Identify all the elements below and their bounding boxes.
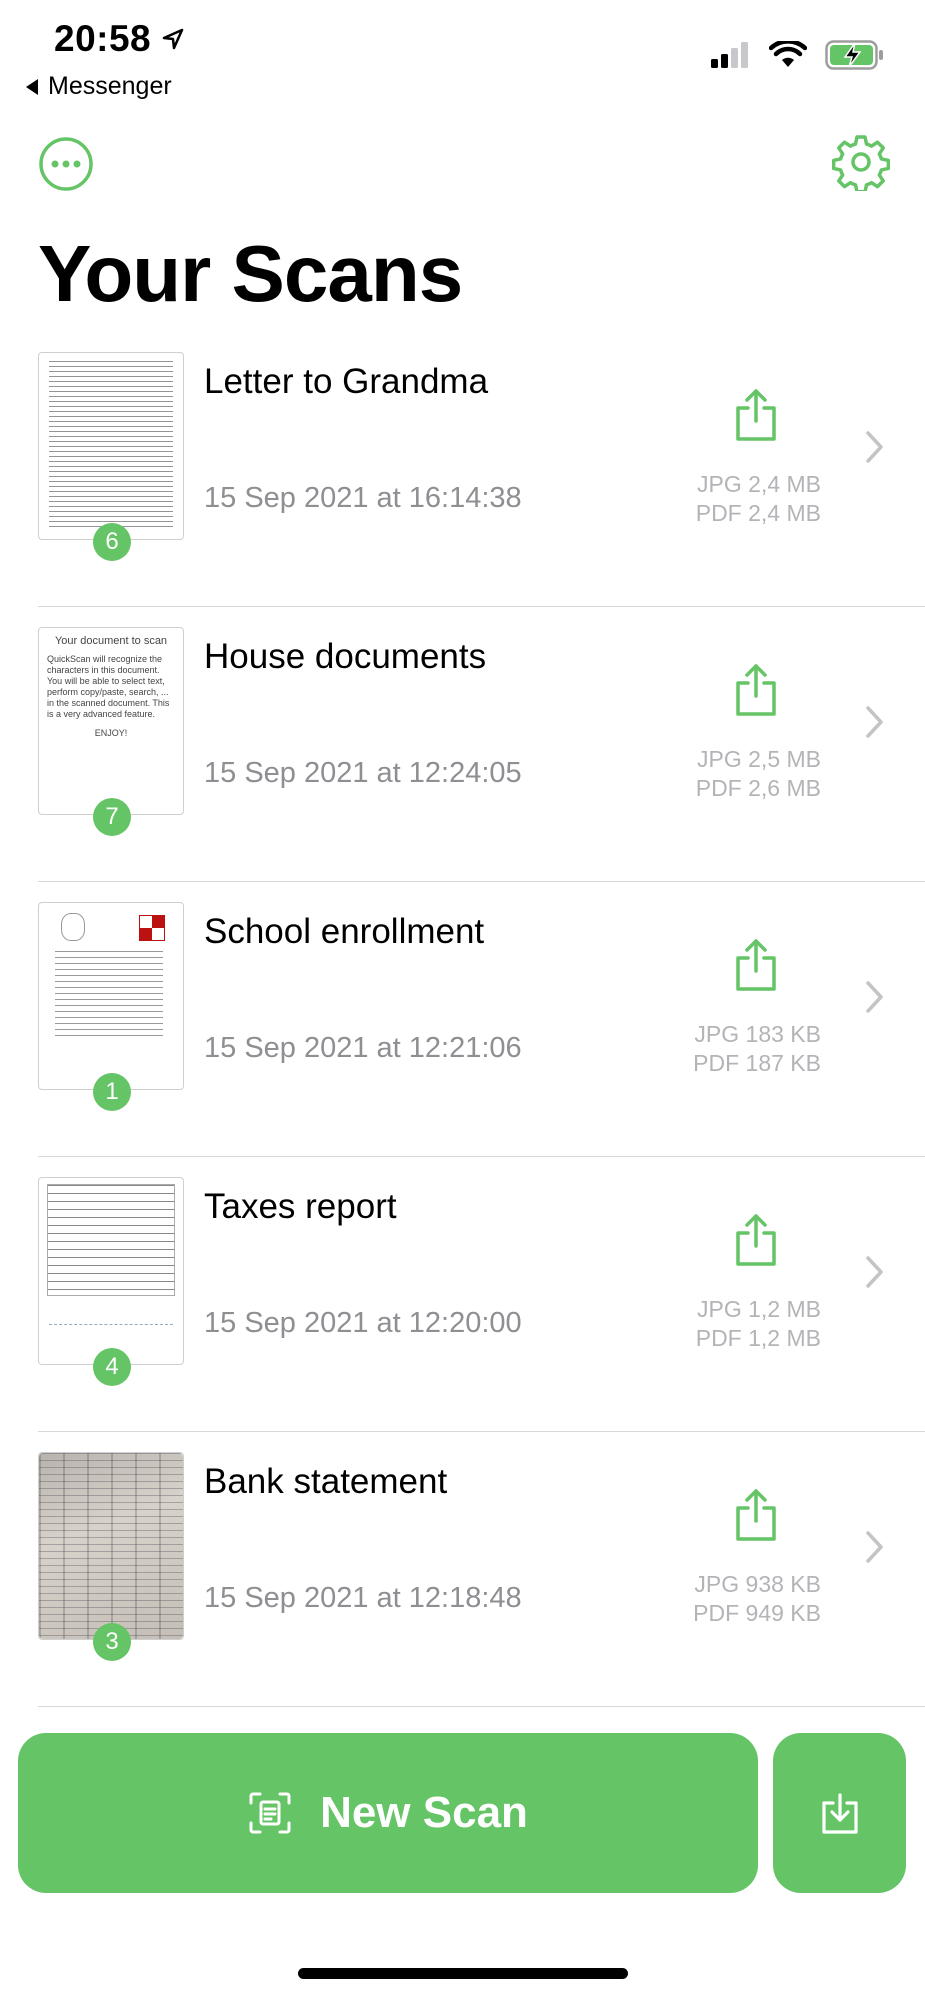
jpg-size: JPG 183 KB: [694, 1021, 821, 1047]
chevron-right-icon: [866, 706, 883, 738]
scan-date: 15 Sep 2021 at 12:18:48: [204, 1582, 522, 1614]
gear-icon: [832, 135, 890, 191]
scan-thumbnail: 6: [38, 352, 184, 561]
thumbnail-body: QuickScan will recognize the characters …: [47, 654, 170, 719]
jpg-size: JPG 1,2 MB: [697, 1296, 821, 1322]
cellular-signal-icon: [711, 42, 748, 68]
share-icon[interactable]: [733, 938, 779, 992]
file-sizes: JPG 2,4 MB PDF 2,4 MB: [696, 470, 821, 528]
page-title: Your Scans: [38, 229, 463, 318]
settings-button[interactable]: [831, 132, 891, 192]
page-count-badge: 4: [93, 1348, 131, 1386]
file-sizes: JPG 2,5 MB PDF 2,6 MB: [696, 745, 821, 803]
thumbnail-footer: ENJOY!: [94, 728, 128, 738]
page-count-badge: 3: [93, 1623, 131, 1661]
import-button[interactable]: [773, 1733, 906, 1893]
scan-thumbnail: Your document to scan QuickScan will rec…: [38, 627, 184, 836]
pdf-size: PDF 187 KB: [693, 1050, 821, 1076]
page-count-badge: 7: [93, 798, 131, 836]
scan-thumbnail: 3: [38, 1452, 184, 1661]
scan-date: 15 Sep 2021 at 12:24:05: [204, 757, 522, 789]
status-time: 20:58: [54, 18, 185, 60]
scan-row[interactable]: Your document to scan QuickScan will rec…: [0, 607, 925, 882]
scan-date: 15 Sep 2021 at 12:21:06: [204, 1032, 522, 1064]
share-icon[interactable]: [733, 1488, 779, 1542]
share-icon[interactable]: [733, 663, 779, 717]
scan-row[interactable]: 1 School enrollment 15 Sep 2021 at 12:21…: [0, 882, 925, 1157]
scan-name: School enrollment: [204, 912, 485, 951]
share-icon[interactable]: [733, 1213, 779, 1267]
file-sizes: JPG 938 KB PDF 949 KB: [693, 1570, 821, 1628]
status-indicators: [711, 40, 885, 70]
scan-row[interactable]: 3 Bank statement 15 Sep 2021 at 12:18:48…: [0, 1432, 925, 1707]
scan-name: Bank statement: [204, 1462, 448, 1501]
pdf-size: PDF 2,6 MB: [695, 775, 821, 801]
clock-label: 20:58: [54, 18, 152, 59]
scan-date: 15 Sep 2021 at 12:20:00: [204, 1307, 522, 1339]
pdf-size: PDF 2,4 MB: [695, 500, 821, 526]
location-arrow-icon: [162, 28, 184, 50]
scan-row[interactable]: 4 Taxes report 15 Sep 2021 at 12:20:00 J…: [0, 1157, 925, 1432]
chevron-right-icon: [866, 1256, 883, 1288]
scans-list: 6 Letter to Grandma 15 Sep 2021 at 16:14…: [0, 332, 925, 1707]
back-triangle-icon: [26, 78, 38, 95]
new-scan-label: New Scan: [320, 1788, 528, 1837]
thumbnail-title: Your document to scan: [54, 635, 168, 647]
scan-date: 15 Sep 2021 at 16:14:38: [204, 482, 522, 514]
import-icon: [821, 1793, 858, 1834]
new-scan-button[interactable]: New Scan: [18, 1733, 758, 1893]
jpg-size: JPG 938 KB: [694, 1571, 821, 1597]
scan-name: Taxes report: [204, 1187, 397, 1226]
scan-thumbnail: 4: [38, 1177, 184, 1386]
pdf-size: PDF 1,2 MB: [695, 1325, 821, 1351]
share-icon[interactable]: [733, 388, 779, 442]
file-sizes: JPG 183 KB PDF 187 KB: [693, 1020, 821, 1078]
scan-row[interactable]: 6 Letter to Grandma 15 Sep 2021 at 16:14…: [0, 332, 925, 607]
page-count-badge: 1: [93, 1073, 131, 1111]
jpg-size: JPG 2,5 MB: [697, 746, 821, 772]
back-app-label: Messenger: [48, 72, 172, 100]
scan-name: House documents: [204, 637, 487, 676]
pdf-size: PDF 949 KB: [693, 1600, 821, 1626]
battery-charging-icon: [825, 40, 883, 70]
more-options-button[interactable]: [36, 134, 96, 194]
ellipsis-circle-icon: [39, 137, 93, 191]
scan-thumbnail: 1: [38, 902, 184, 1111]
scan-name: Letter to Grandma: [204, 362, 489, 401]
document-scan-icon: [249, 1792, 291, 1834]
wifi-icon: [769, 41, 807, 67]
back-to-app-link[interactable]: Messenger: [24, 72, 172, 101]
chevron-right-icon: [866, 431, 883, 463]
file-sizes: JPG 1,2 MB PDF 1,2 MB: [696, 1295, 821, 1353]
chevron-right-icon: [866, 1531, 883, 1563]
row-divider: [38, 1706, 925, 1707]
home-indicator[interactable]: [298, 1968, 628, 1979]
chevron-right-icon: [866, 981, 883, 1013]
page-count-badge: 6: [93, 523, 131, 561]
jpg-size: JPG 2,4 MB: [697, 471, 821, 497]
